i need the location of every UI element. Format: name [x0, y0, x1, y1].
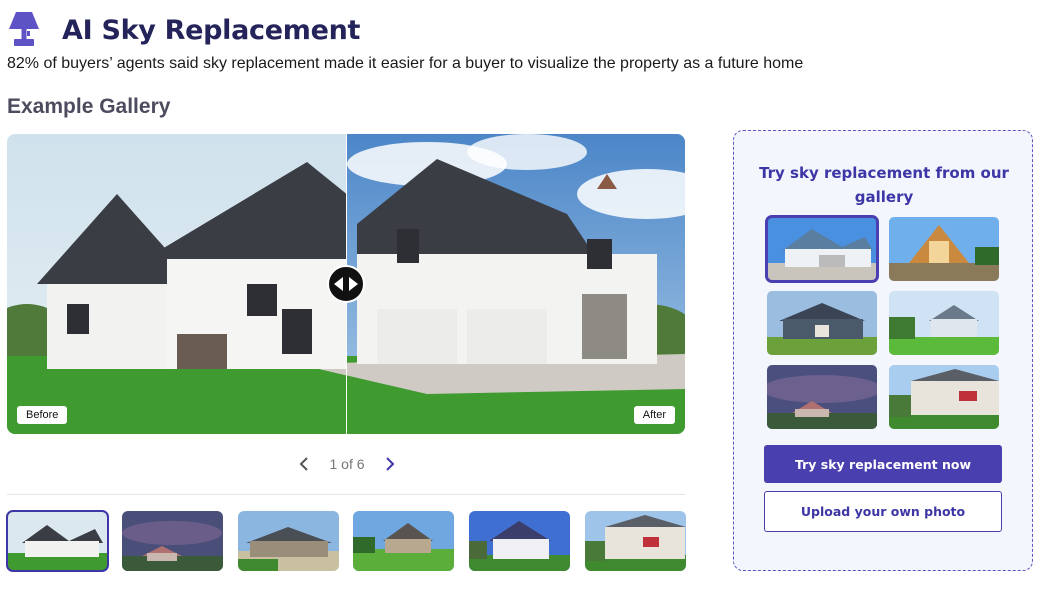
sample-gallery-panel: Try sky replacement from our gallery Try… — [733, 130, 1033, 571]
gallery-pager: 1 of 6 — [296, 454, 398, 474]
next-button[interactable] — [382, 454, 398, 474]
after-image-clip — [346, 134, 685, 434]
lamp-icon — [9, 12, 39, 46]
thumbnail-4[interactable] — [353, 511, 454, 571]
try-sky-replacement-button[interactable]: Try sky replacement now — [764, 445, 1002, 483]
page-subtitle: 82% of buyers’ agents said sky replaceme… — [7, 55, 804, 72]
gallery-photo-image — [889, 365, 999, 429]
chevron-right-icon — [386, 457, 395, 471]
upload-photo-button[interactable]: Upload your own photo — [764, 491, 1002, 532]
before-after-viewer[interactable]: Before After — [7, 134, 685, 434]
before-label: Before — [17, 406, 68, 424]
page-count: 1 of 6 — [329, 456, 365, 472]
after-label: After — [633, 406, 675, 424]
comparison-handle[interactable] — [327, 265, 365, 303]
thumbnail-3[interactable] — [238, 511, 339, 571]
chevron-left-icon — [299, 457, 308, 471]
section-title: Example Gallery — [7, 95, 171, 118]
thumbnail-2[interactable] — [122, 511, 223, 571]
gallery-photo-4[interactable] — [889, 291, 999, 355]
left-right-arrows-icon — [334, 277, 358, 291]
gallery-photo-5[interactable] — [767, 365, 877, 429]
prev-button[interactable] — [296, 454, 312, 474]
thumbnail-image — [7, 511, 108, 571]
thumbnail-image — [238, 511, 339, 571]
gallery-photo-1[interactable] — [765, 215, 879, 283]
gallery-photo-image — [767, 291, 877, 355]
gallery-photo-image — [767, 365, 877, 429]
panel-title: Try sky replacement from our gallery — [759, 164, 1009, 206]
gallery-photo-image — [889, 217, 999, 281]
gallery-photo-6[interactable] — [889, 365, 999, 429]
page-title: AI Sky Replacement — [62, 14, 361, 46]
thumbnail-image — [469, 511, 570, 571]
thumbnail-5[interactable] — [469, 511, 570, 571]
gallery-photo-3[interactable] — [767, 291, 877, 355]
thumbnail-1[interactable] — [6, 510, 109, 572]
thumbnail-image — [122, 511, 223, 571]
gallery-photo-image — [889, 291, 999, 355]
thumbnail-6[interactable] — [585, 511, 686, 571]
gallery-photo-2[interactable] — [889, 217, 999, 281]
page-header: AI Sky Replacement — [8, 12, 360, 48]
gallery-photo-image — [767, 217, 877, 281]
thumbnail-image — [585, 511, 686, 571]
after-image — [346, 134, 685, 434]
divider-line — [7, 494, 685, 495]
thumbnail-image — [353, 511, 454, 571]
